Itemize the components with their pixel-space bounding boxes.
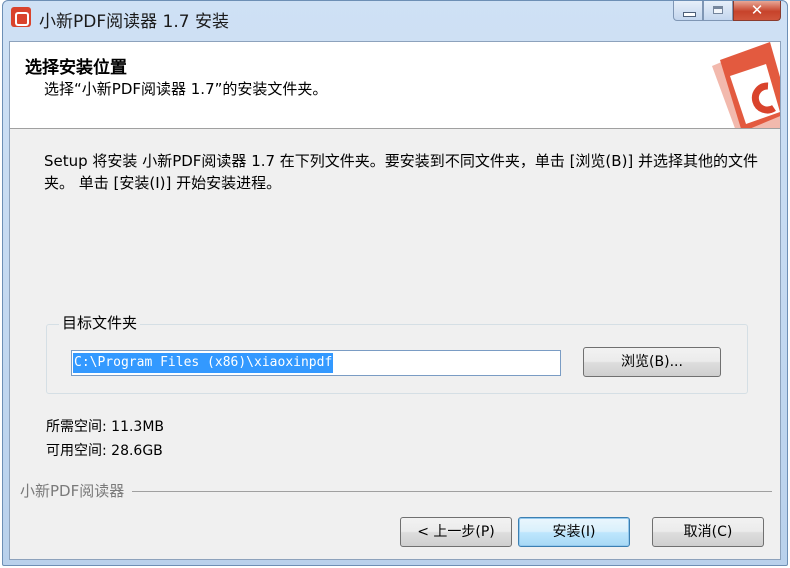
- destination-path-selection: C:\Program Files (x86)\xiaoxinpdf: [73, 353, 334, 373]
- page-header: 选择安装位置 选择“小新PDF阅读器 1.7”的安装文件夹。: [10, 42, 780, 129]
- app-icon: [11, 7, 31, 27]
- minimize-button[interactable]: [673, 1, 703, 21]
- installer-window: 小新PDF阅读器 1.7 安装 ✕ 选择安装位置 选择“小新PDF阅读器 1.7…: [2, 0, 788, 566]
- maximize-icon: [713, 6, 723, 14]
- page-subtitle: 选择“小新PDF阅读器 1.7”的安装文件夹。: [44, 80, 328, 98]
- destination-folder-label: 目标文件夹: [59, 312, 141, 333]
- required-space: 所需空间: 11.3MB: [46, 419, 165, 435]
- window-title: 小新PDF阅读器 1.7 安装: [39, 12, 229, 32]
- brand-text: 小新PDF阅读器: [20, 480, 133, 501]
- back-button[interactable]: < 上一步(P): [400, 517, 512, 547]
- browse-button[interactable]: 浏览(B)...: [583, 347, 721, 377]
- page-title: 选择安装位置: [25, 58, 127, 78]
- divider-line: [20, 491, 772, 492]
- maximize-button[interactable]: [703, 1, 733, 21]
- install-button[interactable]: 安装(I): [518, 517, 630, 547]
- available-space: 可用空间: 28.6GB: [46, 443, 163, 459]
- cancel-button[interactable]: 取消(C): [652, 517, 764, 547]
- client-area: 选择安装位置 选择“小新PDF阅读器 1.7”的安装文件夹。 Setup 将安装…: [9, 41, 781, 560]
- close-button[interactable]: ✕: [733, 1, 781, 21]
- destination-folder-group: 目标文件夹 C:\Program Files (x86)\xiaoxinpdf …: [46, 312, 748, 394]
- xiaoxin-pdf-logo-icon: [690, 42, 780, 128]
- intro-text: Setup 将安装 小新PDF阅读器 1.7 在下列文件夹。要安装到不同文件夹，…: [44, 152, 759, 192]
- minimize-icon: [683, 12, 696, 17]
- window-controls: ✕: [673, 1, 781, 23]
- branding-divider: 小新PDF阅读器: [20, 480, 772, 501]
- title-bar[interactable]: 小新PDF阅读器 1.7 安装 ✕: [3, 1, 787, 35]
- close-icon: ✕: [750, 1, 764, 19]
